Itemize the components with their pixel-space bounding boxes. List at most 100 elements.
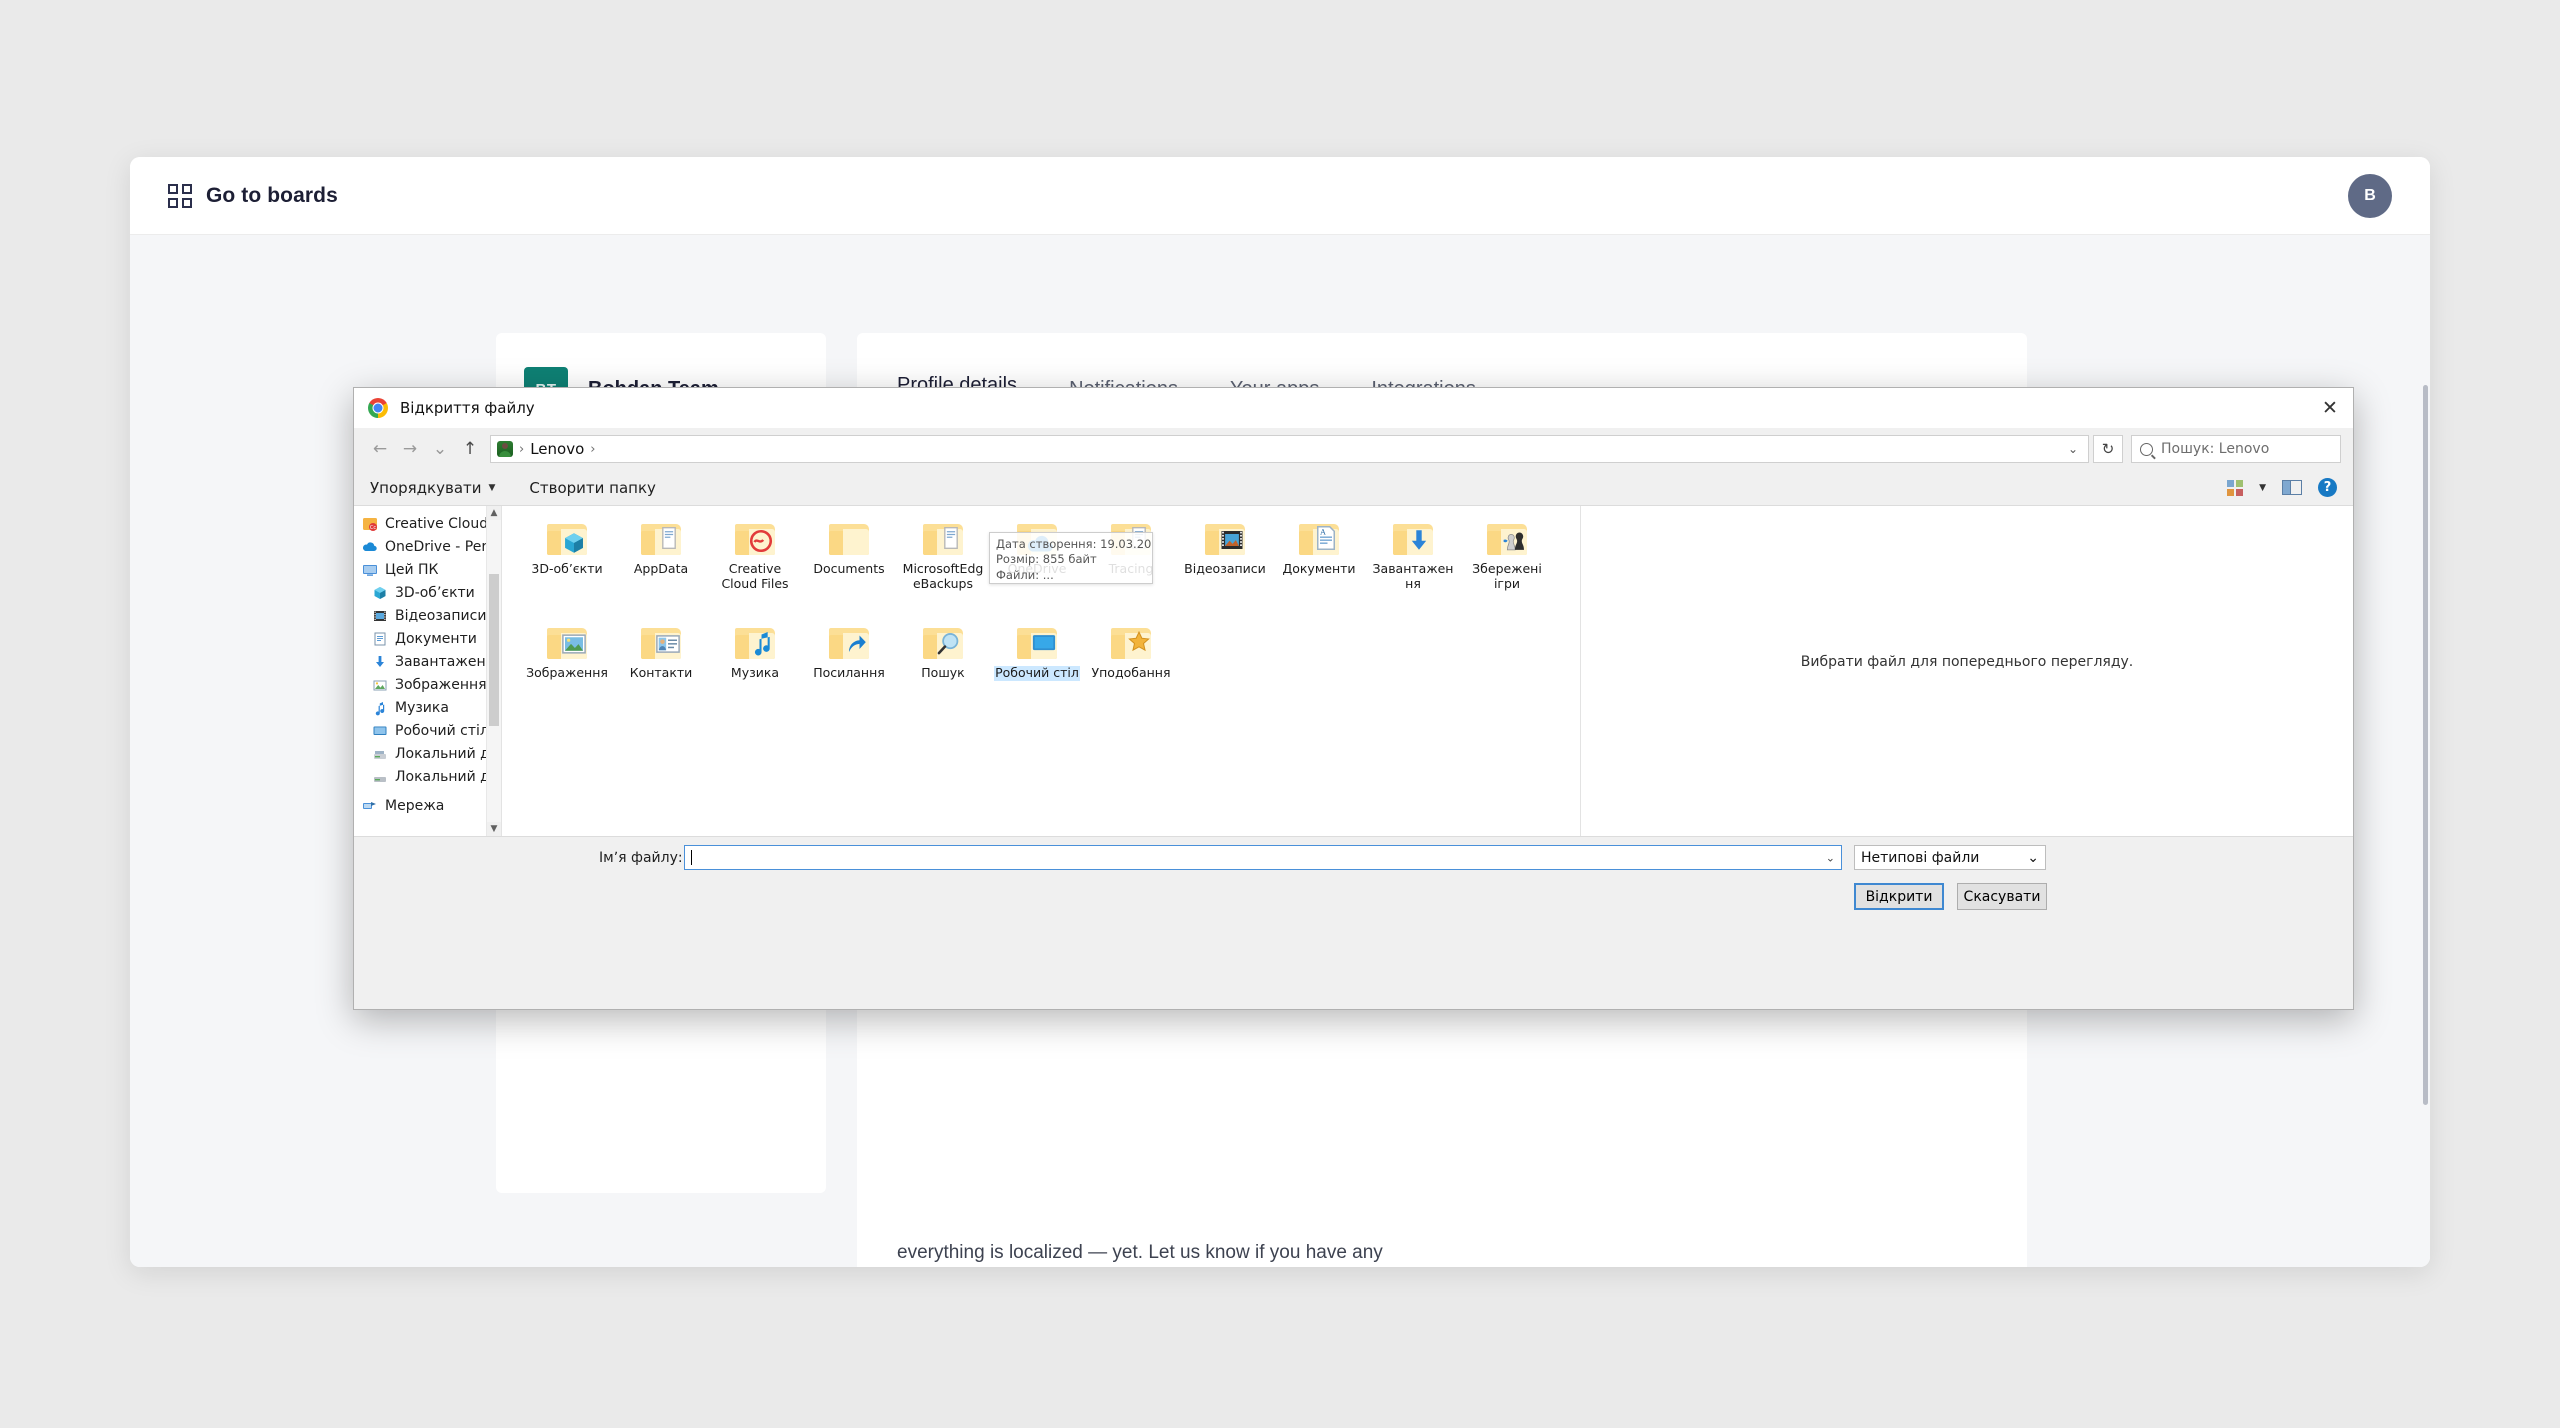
dialog-footer: Імʼя файлу: ⌄ Нетипові файли ⌄ Відкрити … bbox=[354, 837, 2353, 911]
sidebar-item-pictures[interactable]: Зображення bbox=[354, 673, 501, 696]
preview-pane-icon[interactable] bbox=[2282, 480, 2302, 495]
dialog-main: Cc Creative Cloud Fil OneDrive - Person … bbox=[354, 506, 2353, 837]
folder-appdata-icon bbox=[638, 520, 684, 560]
sidebar-item-music[interactable]: Музика bbox=[354, 696, 501, 719]
folder-onedrive-icon bbox=[1014, 520, 1060, 560]
file-open-dialog: Відкриття файлу ✕ ← → ⌄ ↑ › Lenovo › ⌄ ↻… bbox=[353, 387, 2354, 1010]
sidebar-item-onedrive[interactable]: OneDrive - Person bbox=[354, 535, 501, 558]
open-button[interactable]: Відкрити bbox=[1854, 883, 1944, 910]
folder-pictures-icon bbox=[544, 624, 590, 664]
filename-input[interactable]: ⌄ bbox=[684, 845, 1842, 870]
file-item[interactable]: 3D-об’єкти bbox=[520, 516, 614, 620]
documents-icon bbox=[372, 631, 388, 647]
avatar[interactable]: B bbox=[2348, 173, 2392, 218]
file-item[interactable]: Documents bbox=[802, 516, 896, 620]
file-item[interactable]: Робочий стіл bbox=[990, 620, 1084, 724]
recent-locations-button[interactable]: ⌄ bbox=[426, 435, 454, 463]
file-item[interactable]: Збережені ігри bbox=[1460, 516, 1554, 620]
cancel-button[interactable]: Скасувати bbox=[1957, 883, 2047, 910]
folder-appdata-icon bbox=[1108, 520, 1154, 560]
file-item[interactable]: Відеозаписи bbox=[1178, 516, 1272, 620]
refresh-button[interactable]: ↻ bbox=[2093, 435, 2123, 463]
file-name: Зображення bbox=[526, 665, 608, 680]
chevron-down-icon: ▼ bbox=[488, 482, 496, 493]
sidebar-item-desktop[interactable]: Робочий стіл bbox=[354, 719, 501, 742]
sidebar-item-local-disk-2[interactable]: Локальний диск bbox=[354, 765, 501, 788]
chevron-down-icon[interactable]: ▼ bbox=[2259, 483, 2266, 493]
sidebar-item-label: Відеозаписи bbox=[395, 607, 487, 624]
folder-searches-icon bbox=[920, 624, 966, 664]
dialog-title: Відкриття файлу bbox=[400, 399, 535, 417]
file-item[interactable]: A Документи bbox=[1272, 516, 1366, 620]
file-name: Завантаження bbox=[1372, 561, 1454, 591]
scroll-down-icon[interactable]: ▼ bbox=[487, 822, 501, 836]
folder-saved-games-icon bbox=[1484, 520, 1530, 560]
file-name: AppData bbox=[633, 561, 689, 576]
sidebar-item-3d-objects[interactable]: 3D-об’єкти bbox=[354, 581, 501, 604]
downloads-icon bbox=[372, 654, 388, 670]
dialog-toolbar: Упорядкувати ▼ Створити папку ▼ ? bbox=[354, 470, 2353, 506]
sidebar-item-local-disk-1[interactable]: Локальний диск bbox=[354, 742, 501, 765]
chevron-down-icon[interactable]: ⌄ bbox=[2068, 442, 2082, 456]
sidebar-item-downloads[interactable]: Завантаження bbox=[354, 650, 501, 673]
sidebar-item-network[interactable]: Мережа bbox=[354, 794, 501, 817]
file-name: 3D-об’єкти bbox=[531, 561, 603, 576]
breadcrumb-separator: › bbox=[590, 441, 596, 457]
up-button[interactable]: ↑ bbox=[456, 435, 484, 463]
page-scrollbar[interactable] bbox=[2423, 385, 2428, 1105]
localization-note-line1: everything is localized — yet. Let us kn… bbox=[897, 1242, 1383, 1263]
go-to-boards-button[interactable]: Go to boards bbox=[168, 183, 338, 208]
new-folder-button[interactable]: Створити папку bbox=[529, 479, 656, 497]
folder-links-icon bbox=[826, 624, 872, 664]
forward-button[interactable]: → bbox=[396, 435, 424, 463]
sidebar-scrollbar[interactable]: ▲ ▼ bbox=[486, 506, 501, 836]
file-item[interactable]: MicrosoftEdgeBackups bbox=[896, 516, 990, 620]
file-name: OneDrive bbox=[1007, 561, 1067, 576]
sidebar-item-documents[interactable]: Документи bbox=[354, 627, 501, 650]
file-item[interactable]: OneDrive bbox=[990, 516, 1084, 620]
folder-videos-icon bbox=[1202, 520, 1248, 560]
3d-objects-icon bbox=[372, 585, 388, 601]
dialog-navbar: ← → ⌄ ↑ › Lenovo › ⌄ ↻ Пошук: Lenovo bbox=[354, 428, 2353, 470]
file-item[interactable]: Уподобання bbox=[1084, 620, 1178, 724]
screen: Go to boards B BT Bohdan Team ⌄ Profile … bbox=[0, 0, 2560, 1428]
sidebar-item-creative-cloud[interactable]: Cc Creative Cloud Fil bbox=[354, 512, 501, 535]
breadcrumb-lenovo[interactable]: Lenovo bbox=[530, 440, 584, 458]
file-name: Контакти bbox=[629, 665, 693, 680]
file-list-pane[interactable]: 3D-об’єкти AppData Creative Cloud Files … bbox=[502, 506, 1581, 836]
file-item[interactable]: Завантаження bbox=[1366, 516, 1460, 620]
file-item[interactable]: AppData bbox=[614, 516, 708, 620]
file-item[interactable]: Пошук bbox=[896, 620, 990, 724]
folder-music-icon bbox=[732, 624, 778, 664]
search-input[interactable]: Пошук: Lenovo bbox=[2131, 435, 2341, 463]
address-bar[interactable]: › Lenovo › ⌄ bbox=[490, 435, 2089, 463]
folder-creative-cloud-icon bbox=[732, 520, 778, 560]
sidebar-item-this-pc[interactable]: Цей ПК bbox=[354, 558, 501, 581]
file-item[interactable]: Музика bbox=[708, 620, 802, 724]
file-type-filter[interactable]: Нетипові файли ⌄ bbox=[1854, 845, 2046, 870]
scroll-up-icon[interactable]: ▲ bbox=[487, 506, 501, 520]
back-button[interactable]: ← bbox=[366, 435, 394, 463]
file-item[interactable]: Посилання bbox=[802, 620, 896, 724]
file-item[interactable]: Зображення bbox=[520, 620, 614, 724]
folder-favorites-icon bbox=[1108, 624, 1154, 664]
file-name: Creative Cloud Files bbox=[721, 561, 789, 591]
help-icon[interactable]: ? bbox=[2318, 478, 2337, 497]
chevron-down-icon[interactable]: ⌄ bbox=[1826, 851, 1835, 864]
folder-plain-icon bbox=[826, 520, 872, 560]
file-item[interactable]: Tracing bbox=[1084, 516, 1178, 620]
change-view-icon[interactable] bbox=[2227, 479, 2244, 496]
file-item[interactable]: Контакти bbox=[614, 620, 708, 724]
folder-contacts-icon bbox=[638, 624, 684, 664]
file-item[interactable]: Creative Cloud Files bbox=[708, 516, 802, 620]
folder-documents-icon: A bbox=[1296, 520, 1342, 560]
organize-button[interactable]: Упорядкувати ▼ bbox=[370, 479, 495, 497]
sidebar-item-videos[interactable]: Відеозаписи bbox=[354, 604, 501, 627]
close-icon[interactable]: ✕ bbox=[2307, 388, 2353, 428]
svg-text:A: A bbox=[1319, 527, 1326, 536]
sidebar-item-label: 3D-об’єкти bbox=[395, 584, 475, 601]
preview-pane: Вибрати файл для попереднього перегляду. bbox=[1581, 506, 2353, 836]
folder-appdata-icon bbox=[920, 520, 966, 560]
scrollbar-thumb[interactable] bbox=[489, 574, 499, 726]
organize-label: Упорядкувати bbox=[370, 478, 482, 497]
